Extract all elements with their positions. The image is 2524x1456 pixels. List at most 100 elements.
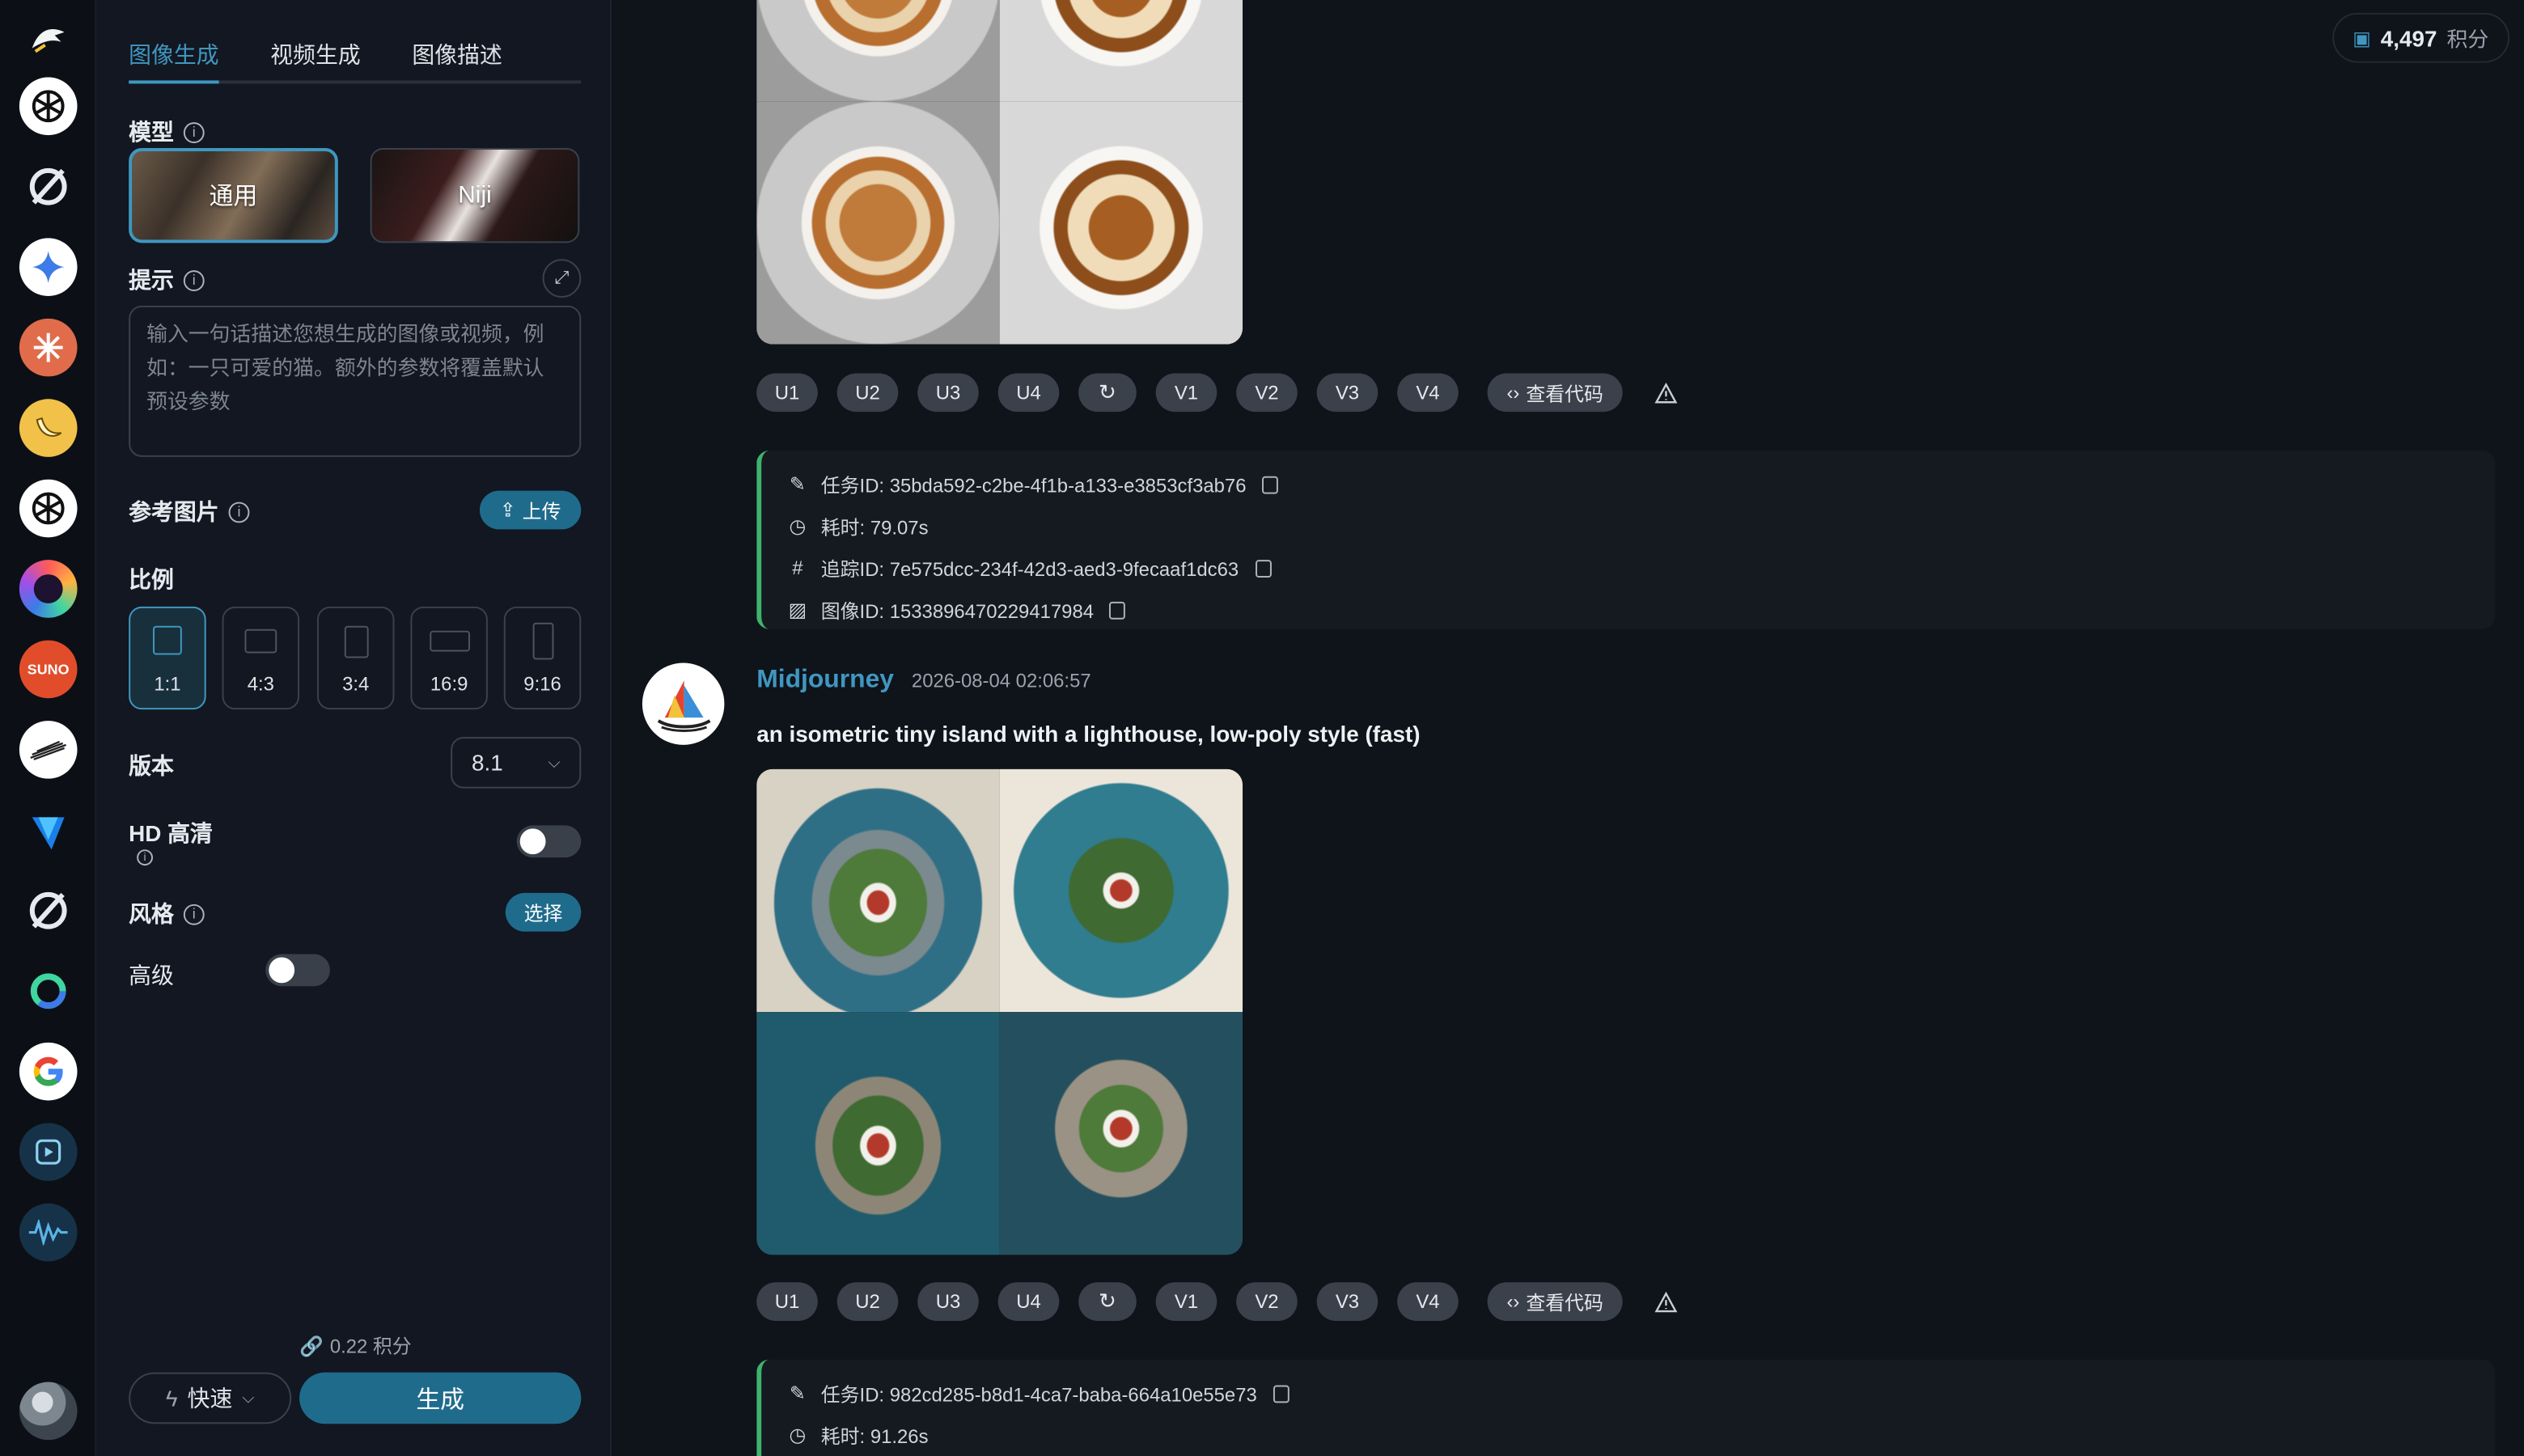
- model-niji-card[interactable]: Niji: [370, 147, 580, 243]
- prompt-input[interactable]: 输入一句话描述您想生成的图像或视频，例如：一只可爱的猫。额外的参数将覆盖默认预设…: [129, 305, 582, 457]
- version-label: 版本: [129, 752, 174, 779]
- hash-icon: #: [792, 557, 803, 580]
- result-image[interactable]: [756, 0, 1000, 102]
- copy-icon[interactable]: [1262, 475, 1279, 493]
- ratio-9-16[interactable]: 9:16: [503, 606, 582, 710]
- result-image[interactable]: [756, 768, 1000, 1013]
- expand-icon[interactable]: ⤢: [542, 259, 582, 298]
- ratio-16-9[interactable]: 16:9: [410, 606, 488, 710]
- style-select-button[interactable]: 选择: [505, 892, 582, 932]
- kling-icon[interactable]: [19, 962, 78, 1021]
- info-icon[interactable]: i: [183, 269, 205, 291]
- variation-4-button[interactable]: V4: [1397, 373, 1459, 413]
- variation-1-button[interactable]: V1: [1155, 1282, 1218, 1321]
- link-icon: 🔗: [299, 1334, 324, 1357]
- result-image[interactable]: [756, 1012, 1000, 1255]
- upscale-3-button[interactable]: U3: [917, 1282, 979, 1321]
- google-icon[interactable]: [19, 1042, 78, 1101]
- model-general-card[interactable]: 通用: [129, 147, 338, 243]
- tab-image-description[interactable]: 图像描述: [412, 36, 502, 81]
- advanced-label: 高级: [129, 962, 174, 988]
- duration: 耗时: 79.07s: [820, 515, 929, 539]
- hd-toggle[interactable]: [516, 825, 582, 858]
- app-rail: SUNO: [0, 0, 97, 1456]
- message-header: Midjourney 2026-08-04 02:06:57: [756, 666, 1090, 695]
- style-label-text: 风格: [129, 900, 174, 927]
- app-logo-icon[interactable]: [29, 19, 68, 55]
- ratio-4-3[interactable]: 4:3: [222, 606, 300, 710]
- warning-icon[interactable]: [1652, 1287, 1681, 1316]
- generate-button[interactable]: 生成: [299, 1372, 582, 1424]
- user-avatar[interactable]: [19, 1382, 78, 1441]
- speed-select[interactable]: ϟ 快速 ⌵: [129, 1372, 292, 1424]
- suno-icon[interactable]: SUNO: [19, 640, 78, 699]
- video-player-icon[interactable]: [19, 1123, 78, 1181]
- copy-icon[interactable]: [1109, 600, 1126, 619]
- midjourney-icon[interactable]: [19, 721, 78, 779]
- result-image[interactable]: [756, 101, 1000, 345]
- result-image[interactable]: [999, 1012, 1243, 1255]
- ratio-3-4[interactable]: 3:4: [316, 606, 395, 710]
- info-icon[interactable]: i: [228, 501, 250, 523]
- job-metadata: ✎ 任务ID: 982cd285-b8d1-4ca7-baba-664a10e5…: [756, 1359, 2496, 1456]
- version-select[interactable]: 8.1 ⌵: [451, 736, 582, 789]
- job-metadata: ✎ 任务ID: 35bda592-c2be-4f1b-a133-e3853cf3…: [756, 450, 2496, 629]
- result-feed: ▣ 4,497 积分 U1 U2 U3 U4 ↻ V1 V2 V3 V4 ‹› …: [613, 0, 2524, 1456]
- variation-3-button[interactable]: V3: [1316, 373, 1378, 413]
- cost-label: 0.22 积分: [329, 1335, 412, 1358]
- claude-icon[interactable]: [19, 318, 78, 377]
- result-image[interactable]: [999, 101, 1243, 345]
- tab-image-generation[interactable]: 图像生成: [129, 36, 219, 84]
- upload-button[interactable]: ⇪ 上传: [479, 490, 582, 530]
- variation-2-button[interactable]: V2: [1236, 373, 1298, 413]
- gemini-icon[interactable]: [19, 238, 78, 296]
- copy-icon[interactable]: [1255, 559, 1271, 578]
- ratio-1-1[interactable]: 1:1: [129, 606, 206, 710]
- upscale-4-button[interactable]: U4: [997, 373, 1060, 413]
- copy-icon[interactable]: [1273, 1384, 1290, 1403]
- model-general-label: 通用: [209, 183, 258, 211]
- reroll-icon[interactable]: ↻: [1078, 373, 1137, 413]
- info-icon[interactable]: i: [183, 903, 205, 925]
- code-icon: ‹›: [1506, 381, 1520, 404]
- upscale-1-button[interactable]: U1: [756, 373, 818, 413]
- openai-icon[interactable]: [19, 77, 78, 136]
- result-image[interactable]: [999, 0, 1243, 102]
- credits-badge[interactable]: ▣ 4,497 积分: [2331, 12, 2510, 63]
- openai-icon[interactable]: [19, 479, 78, 538]
- warning-icon[interactable]: [1652, 378, 1681, 407]
- advanced-toggle[interactable]: [265, 954, 330, 987]
- upscale-2-button[interactable]: U2: [836, 1282, 899, 1321]
- perplexity-icon[interactable]: [19, 157, 78, 216]
- upscale-1-button[interactable]: U1: [756, 1282, 818, 1321]
- variation-3-button[interactable]: V3: [1316, 1282, 1378, 1321]
- variation-1-button[interactable]: V1: [1155, 373, 1218, 413]
- variation-2-button[interactable]: V2: [1236, 1282, 1298, 1321]
- tab-video-generation[interactable]: 视频生成: [270, 36, 360, 81]
- upscale-4-button[interactable]: U4: [997, 1282, 1060, 1321]
- upscale-3-button[interactable]: U3: [917, 373, 979, 413]
- variation-4-button[interactable]: V4: [1397, 1282, 1459, 1321]
- style-label: 风格 i: [129, 898, 205, 930]
- upscale-2-button[interactable]: U2: [836, 373, 899, 413]
- credits-value: 4,497: [2380, 24, 2437, 51]
- result-image[interactable]: [999, 768, 1243, 1013]
- info-icon[interactable]: i: [137, 849, 154, 866]
- duration: 耗时: 91.26s: [820, 1424, 929, 1448]
- view-code-button[interactable]: ‹› 查看代码: [1487, 373, 1623, 413]
- magic-wand-icon: ✎: [789, 472, 806, 496]
- audio-wave-icon[interactable]: [19, 1203, 78, 1262]
- info-icon[interactable]: i: [183, 121, 205, 143]
- reroll-icon[interactable]: ↻: [1078, 1282, 1137, 1321]
- settings-panel: 图像生成 视频生成 图像描述 模型 i 通用 Niji 提示 i ⤢ 输入一句话…: [96, 0, 612, 1456]
- image-grid[interactable]: [756, 768, 1243, 1255]
- view-code-button[interactable]: ‹› 查看代码: [1487, 1282, 1623, 1321]
- banana-icon[interactable]: [19, 399, 78, 457]
- image-grid[interactable]: [756, 0, 1243, 345]
- cost-indicator: 🔗 0.22 积分: [299, 1332, 412, 1360]
- vidu-icon[interactable]: [19, 801, 78, 860]
- author-name[interactable]: Midjourney: [756, 666, 894, 695]
- action-bar: U1 U2 U3 U4 ↻ V1 V2 V3 V4 ‹› 查看代码: [756, 1280, 1680, 1323]
- perplexity-icon[interactable]: [19, 881, 78, 940]
- copilot-icon[interactable]: [19, 560, 78, 618]
